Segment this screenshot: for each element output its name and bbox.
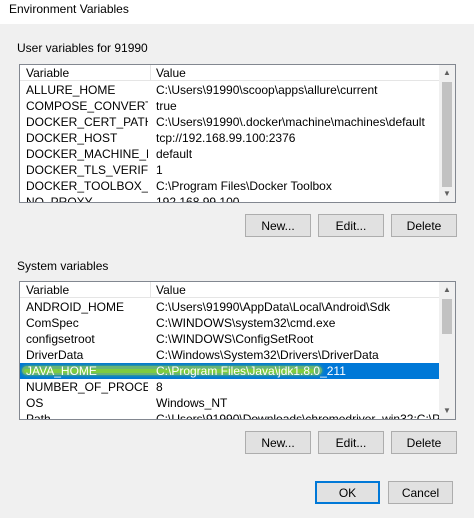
variable-name: DOCKER_HOST [26, 131, 118, 145]
variable-value: C:\WINDOWS\ConfigSetRoot [156, 332, 314, 346]
variable-value: tcp://192.168.99.100:2376 [156, 131, 296, 145]
column-divider[interactable] [150, 282, 151, 298]
variable-column-header[interactable]: Variable [26, 283, 69, 297]
scroll-thumb[interactable] [442, 82, 452, 187]
scroll-up-arrow-icon[interactable]: ▲ [439, 282, 455, 298]
system-variables-label: System variables [17, 259, 109, 273]
variable-value: Windows_NT [156, 396, 228, 410]
variable-name: JAVA_HOME [26, 364, 97, 378]
scroll-thumb[interactable] [442, 299, 452, 334]
window-title: Environment Variables [9, 2, 129, 16]
variable-name: ANDROID_HOME [26, 300, 125, 314]
variable-value: C:\Program Files\Java\jdk1.8.0_211 [156, 364, 346, 378]
variable-name: Path [26, 412, 51, 420]
variable-value: default [156, 147, 193, 161]
ok-button[interactable]: OK [315, 481, 380, 504]
variable-name: DriverData [26, 348, 84, 362]
user-var-row[interactable]: DOCKER_CERT_PATH C:\Users\91990\.docker\… [20, 114, 455, 130]
user-edit-button[interactable]: Edit... [318, 214, 384, 237]
user-new-button[interactable]: New... [245, 214, 311, 237]
user-var-row[interactable]: DOCKER_HOST tcp://192.168.99.100:2376 [20, 130, 455, 146]
user-variables-label: User variables for 91990 [17, 41, 148, 55]
variable-name: NO_PROXY [26, 195, 93, 203]
scroll-up-arrow-icon[interactable]: ▲ [439, 65, 455, 81]
variable-name: DOCKER_CERT_PATH [26, 115, 148, 129]
variable-value: 1 [156, 163, 163, 177]
system-var-row[interactable]: configsetroot C:\WINDOWS\ConfigSetRoot [20, 331, 455, 347]
variable-name: ComSpec [26, 316, 79, 330]
title-bar[interactable]: Environment Variables [0, 0, 474, 24]
system-variables-header: Variable Value [20, 282, 455, 298]
system-variables-scrollbar[interactable]: ▲ ▼ [439, 282, 455, 419]
variable-name: COMPOSE_CONVERT_WIN... [26, 99, 148, 113]
user-variables-list[interactable]: Variable Value ALLURE_HOME C:\Users\9199… [19, 64, 456, 203]
cancel-button[interactable]: Cancel [388, 481, 453, 504]
variable-name: DOCKER_MACHINE_NAME [26, 147, 148, 161]
variable-name: OS [26, 396, 44, 410]
scroll-down-arrow-icon[interactable]: ▼ [439, 186, 455, 202]
system-var-row[interactable]: DriverData C:\Windows\System32\Drivers\D… [20, 347, 455, 363]
variable-value: C:\Users\91990\.docker\machine\machines\… [156, 115, 425, 129]
user-variables-scrollbar[interactable]: ▲ ▼ [439, 65, 455, 202]
scroll-down-arrow-icon[interactable]: ▼ [439, 403, 455, 419]
variable-name: NUMBER_OF_PROCESSORS [26, 380, 148, 394]
system-new-button[interactable]: New... [245, 431, 311, 454]
variable-value: C:\Users\91990\AppData\Local\Android\Sdk [156, 300, 391, 314]
system-var-row[interactable]: NUMBER_OF_PROCESSORS 8 [20, 379, 455, 395]
variable-value: C:\Program Files\Docker Toolbox [156, 179, 332, 193]
user-var-row[interactable]: COMPOSE_CONVERT_WIN... true [20, 98, 455, 114]
value-column-header[interactable]: Value [156, 66, 186, 80]
user-var-row[interactable]: DOCKER_TLS_VERIFY 1 [20, 162, 455, 178]
value-column-header[interactable]: Value [156, 283, 186, 297]
variable-name: configsetroot [26, 332, 95, 346]
system-var-row[interactable]: OS Windows_NT [20, 395, 455, 411]
environment-variables-dialog: Environment Variables User variables for… [0, 0, 474, 518]
variable-name: DOCKER_TOOLBOX_INSTA... [26, 179, 148, 193]
user-var-row[interactable]: ALLURE_HOME C:\Users\91990\scoop\apps\al… [20, 82, 455, 98]
variable-value: true [156, 99, 177, 113]
user-var-row[interactable]: DOCKER_TOOLBOX_INSTA... C:\Program Files… [20, 178, 455, 194]
system-var-row-selected[interactable]: JAVA_HOME C:\Program Files\Java\jdk1.8.0… [20, 363, 455, 379]
user-variables-header: Variable Value [20, 65, 455, 81]
system-var-row[interactable]: Path C:\Users\91990\Downloads\chromedriv… [20, 411, 455, 420]
column-divider[interactable] [150, 65, 151, 81]
system-edit-button[interactable]: Edit... [318, 431, 384, 454]
system-variables-list[interactable]: Variable Value ANDROID_HOME C:\Users\919… [19, 281, 456, 420]
system-var-row[interactable]: ANDROID_HOME C:\Users\91990\AppData\Loca… [20, 299, 455, 315]
variable-value: 8 [156, 380, 163, 394]
system-delete-button[interactable]: Delete [391, 431, 457, 454]
user-var-row[interactable]: DOCKER_MACHINE_NAME default [20, 146, 455, 162]
variable-value: C:\Users\91990\scoop\apps\allure\current [156, 83, 378, 97]
variable-value: C:\Users\91990\Downloads\chromedriver_wi… [156, 412, 446, 420]
variable-value: C:\Windows\System32\Drivers\DriverData [156, 348, 379, 362]
system-var-row[interactable]: ComSpec C:\WINDOWS\system32\cmd.exe [20, 315, 455, 331]
variable-name: ALLURE_HOME [26, 83, 116, 97]
variable-value: C:\WINDOWS\system32\cmd.exe [156, 316, 336, 330]
user-delete-button[interactable]: Delete [391, 214, 457, 237]
variable-column-header[interactable]: Variable [26, 66, 69, 80]
variable-value: 192.168.99.100 [156, 195, 240, 203]
user-var-row[interactable]: NO_PROXY 192.168.99.100 [20, 194, 455, 203]
variable-name: DOCKER_TLS_VERIFY [26, 163, 148, 177]
